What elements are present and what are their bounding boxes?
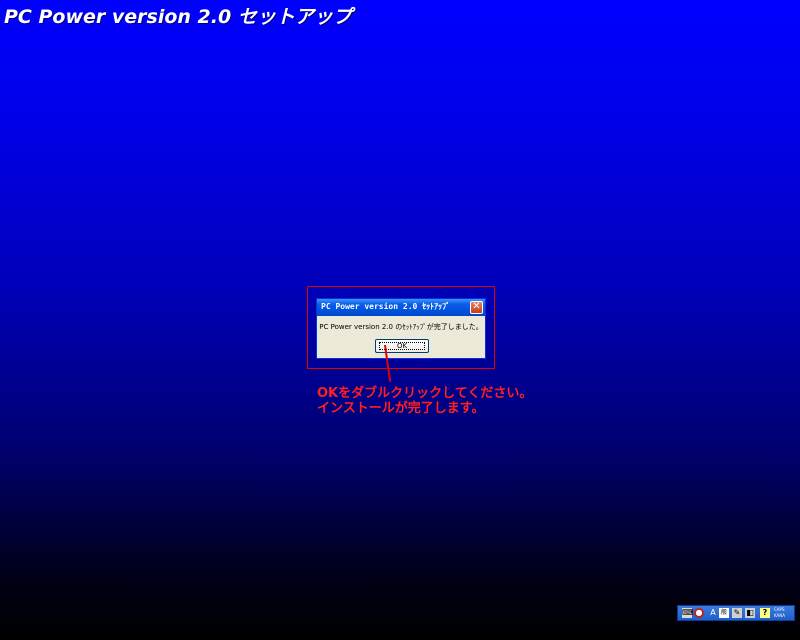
dialog-title: PC Power version 2.0 ｾｯﾄｱｯﾌﾟ bbox=[321, 302, 451, 311]
caps-kana-indicator: CAPS KANA bbox=[774, 607, 785, 619]
keyboard-icon[interactable]: ⌨ bbox=[682, 608, 694, 618]
dialog-message: PC Power version 2.0 のｾｯﾄｱｯﾌﾟが完了しました。 bbox=[319, 323, 483, 331]
close-icon: ✕ bbox=[472, 301, 481, 312]
kana-label: KANA bbox=[774, 613, 786, 618]
dialog-titlebar: PC Power version 2.0 ｾｯﾄｱｯﾌﾟ ✕ bbox=[317, 299, 485, 316]
help-icon[interactable]: ● bbox=[694, 608, 704, 618]
instruction-line-1: OKをダブルクリックしてください。 bbox=[317, 386, 533, 401]
input-mode-icon[interactable]: 般 bbox=[719, 608, 729, 618]
ime-icon[interactable]: A bbox=[708, 608, 718, 618]
close-button[interactable]: ✕ bbox=[470, 301, 483, 314]
ime-language-bar: ⌨ ● A 般 ✎ ◧ ? CAPS KANA bbox=[677, 605, 795, 621]
setup-complete-dialog: PC Power version 2.0 ｾｯﾄｱｯﾌﾟ ✕ PC Power … bbox=[316, 298, 486, 359]
ok-button[interactable]: OK bbox=[375, 339, 429, 353]
instruction-line-2: インストールが完了します。 bbox=[317, 401, 485, 416]
tool-icon[interactable]: ✎ bbox=[732, 608, 742, 618]
question-icon[interactable]: ? bbox=[760, 608, 770, 618]
paint-icon[interactable]: ◧ bbox=[745, 608, 755, 618]
setup-title: PC Power version 2.0 セットアップ bbox=[4, 6, 352, 28]
instructions: OKをダブルクリックしてください。 インストールが完了します。 bbox=[317, 386, 532, 416]
